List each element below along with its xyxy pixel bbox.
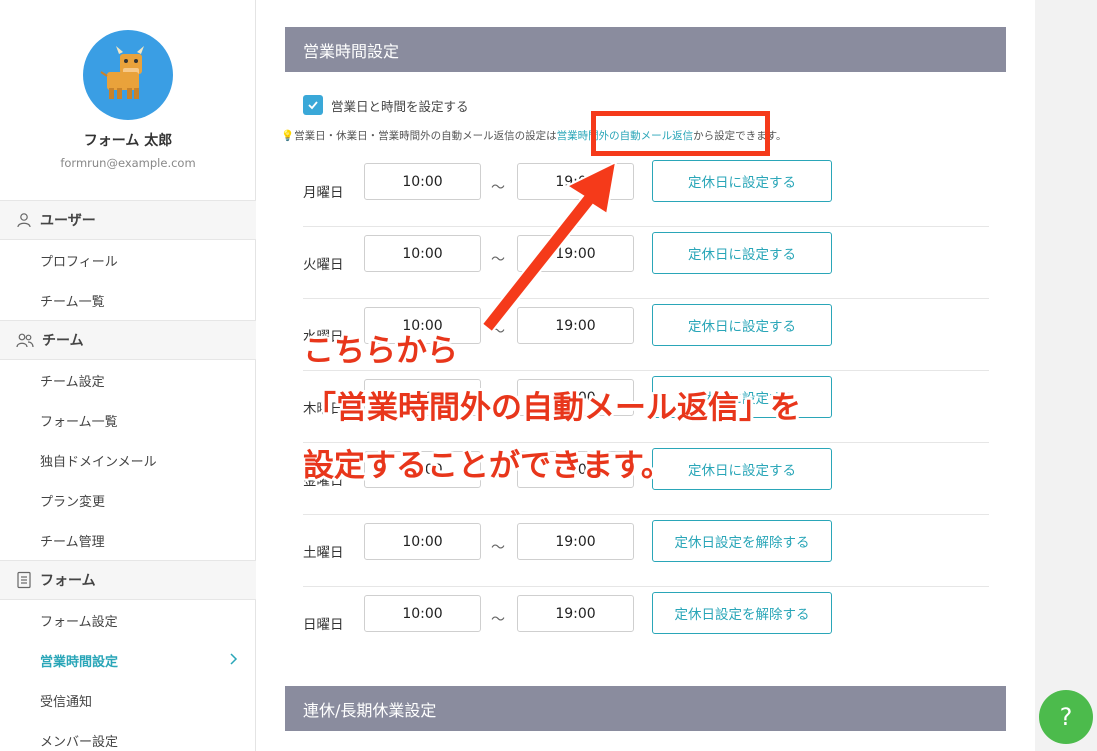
holiday-toggle-button[interactable]: 定休日に設定する [652,232,832,274]
sidebar: フォーム 太郎 formrun@example.com ユーザー プロフィール … [0,0,256,751]
start-time-input[interactable]: 10:00 [364,307,481,344]
time-separator: 〜 [491,396,505,412]
time-separator: 〜 [491,468,505,484]
user-name: フォーム 太郎 [83,133,173,149]
business-hours-toggle[interactable]: 営業日と時間を設定する [303,95,469,115]
day-row: 水曜日 10:00 〜 19:00 定休日に設定する [303,299,989,371]
nav-section-user: ユーザー [0,200,256,240]
sidebar-item-custom-domain[interactable]: 独自ドメインメール [0,440,256,480]
sidebar-item-team-admin[interactable]: チーム管理 [0,520,256,560]
checkbox[interactable] [303,95,323,115]
sidebar-item-label: フォーム一覧 [40,414,118,430]
day-label: 土曜日 [303,545,344,561]
sidebar-item-plan[interactable]: プラン変更 [0,480,256,520]
day-label: 月曜日 [303,185,344,201]
sidebar-item-notifications[interactable]: 受信通知 [0,680,256,720]
time-separator: 〜 [491,540,505,556]
start-time-input[interactable]: 10:00 [364,595,481,632]
end-time-input[interactable]: 19:00 [517,595,634,632]
sidebar-item-label: フォーム設定 [40,614,118,630]
nav-section-form: フォーム [0,560,256,600]
nav-section-label: チーム [42,333,84,349]
day-label: 金曜日 [303,473,344,489]
end-time-input[interactable]: 19:00 [517,451,634,488]
day-label: 木曜日 [303,401,344,417]
profile: フォーム 太郎 formrun@example.com [0,30,256,170]
nav-section-label: ユーザー [40,213,96,229]
day-label: 火曜日 [303,257,344,273]
hint-prefix: 💡営業日・休業日・営業時間外の自動メール返信の設定は [281,130,557,142]
day-row: 木曜日 10:00 〜 19:00 定休日に設定する [303,371,989,443]
time-separator: 〜 [491,180,505,196]
sidebar-item-team-list[interactable]: チーム一覧 [0,280,256,320]
user-email: formrun@example.com [60,156,196,170]
sidebar-item-label: プロフィール [40,254,118,270]
day-row: 金曜日 10:00 〜 19:00 定休日に設定する [303,443,989,515]
sidebar-nav: ユーザー プロフィール チーム一覧 チーム チーム設定 フォーム一覧 独自ドメイ… [0,200,256,751]
holiday-toggle-button[interactable]: 定休日に設定する [652,376,832,418]
sidebar-item-label: プラン変更 [40,494,106,510]
sidebar-item-team-settings[interactable]: チーム設定 [0,360,256,400]
holiday-toggle-button[interactable]: 定休日に設定する [652,160,832,202]
sidebar-item-label: チーム一覧 [40,294,105,310]
end-time-input[interactable]: 19:00 [517,307,634,344]
holiday-toggle-button[interactable]: 定休日設定を解除する [652,592,832,634]
sidebar-item-profile[interactable]: プロフィール [0,240,256,280]
hint-suffix: から設定できます。 [693,130,787,142]
holiday-section-header: 連休/長期休業設定 [285,686,1006,731]
end-time-input[interactable]: 19:00 [517,235,634,272]
holiday-toggle-button[interactable]: 定休日設定を解除する [652,520,832,562]
sidebar-item-label: 独自ドメインメール [40,454,157,470]
sidebar-item-members[interactable]: メンバー設定 [0,720,256,751]
sidebar-item-form-list[interactable]: フォーム一覧 [0,400,256,440]
nav-section-team: チーム [0,320,256,360]
hint-text: 💡営業日・休業日・営業時間外の自動メール返信の設定は営業時間外の自動メール返信か… [281,128,787,143]
bull-icon [100,46,144,99]
holiday-toggle-button[interactable]: 定休日に設定する [652,304,832,346]
time-separator: 〜 [491,612,505,628]
day-row: 日曜日 10:00 〜 19:00 定休日設定を解除する [303,587,989,659]
day-row: 火曜日 10:00 〜 19:00 定休日に設定する [303,227,989,299]
day-row: 土曜日 10:00 〜 19:00 定休日設定を解除する [303,515,989,587]
sidebar-item-label: 営業時間設定 [40,654,119,670]
start-time-input[interactable]: 10:00 [364,163,481,200]
chevron-right-icon [230,653,238,665]
end-time-input[interactable]: 19:00 [517,379,634,416]
auto-reply-link[interactable]: 営業時間外の自動メール返信 [557,130,694,142]
day-label: 日曜日 [303,617,344,633]
time-separator: 〜 [491,252,505,268]
nav-section-label: フォーム [40,573,96,589]
sidebar-item-business-hours[interactable]: 営業時間設定 [0,640,256,680]
end-time-input[interactable]: 19:00 [517,523,634,560]
day-label: 水曜日 [303,329,344,345]
time-separator: 〜 [491,324,505,340]
day-row: 月曜日 10:00 〜 19:00 定休日に設定する [303,155,989,227]
checkbox-label: 営業日と時間を設定する [331,98,469,114]
business-hours-header: 営業時間設定 [285,27,1006,72]
end-time-input[interactable]: 19:00 [517,163,634,200]
document-icon [17,571,31,589]
start-time-input[interactable]: 10:00 [364,523,481,560]
check-icon [308,101,318,110]
start-time-input[interactable]: 10:00 [364,451,481,488]
start-time-input[interactable]: 10:00 [364,379,481,416]
start-time-input[interactable]: 10:00 [364,235,481,272]
sidebar-item-label: メンバー設定 [40,734,119,750]
team-icon [16,333,34,348]
sidebar-item-label: チーム設定 [40,374,105,390]
help-button[interactable]: ? [1039,690,1093,744]
avatar[interactable] [83,30,173,120]
right-gutter [1035,0,1097,751]
user-icon [17,213,31,228]
main-content: 営業時間設定 営業日と時間を設定する 💡営業日・休業日・営業時間外の自動メール返… [256,0,1035,751]
holiday-toggle-button[interactable]: 定休日に設定する [652,448,832,490]
sidebar-item-form-settings[interactable]: フォーム設定 [0,600,256,640]
sidebar-item-label: チーム管理 [40,534,105,550]
sidebar-item-label: 受信通知 [40,694,93,710]
